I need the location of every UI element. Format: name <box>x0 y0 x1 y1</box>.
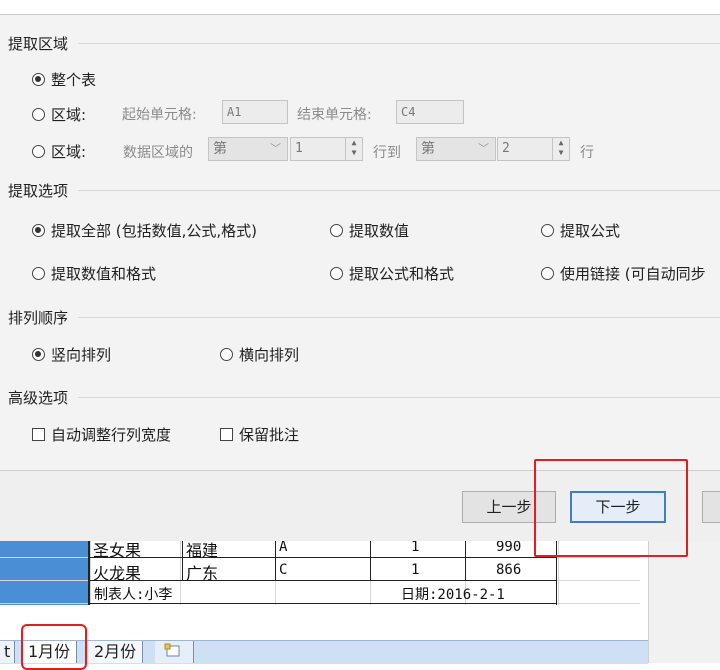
cell-origin-2[interactable]: 广东 <box>186 560 218 584</box>
radio-range-rows-label: 区域: <box>51 143 87 161</box>
chevron-down-icon: ﹀ <box>478 142 489 155</box>
checkbox-auto-fit[interactable]: 自动调整行列宽度 <box>32 424 171 445</box>
to-row-stepper[interactable]: 2 ▲ ▼ <box>497 137 570 161</box>
section-extract-options: 提取选项 <box>8 182 69 200</box>
checkbox-keep-comments-label: 保留批注 <box>239 426 300 444</box>
cell-fruit-2[interactable]: 火龙果 <box>93 560 141 584</box>
start-cell-label: 起始单元格: <box>122 107 197 123</box>
stepper-arrows-icon[interactable]: ▲ ▼ <box>345 138 362 160</box>
cell-price-1[interactable]: 990 <box>496 539 521 555</box>
tab-highlight-box <box>21 624 87 670</box>
radio-range-cells[interactable]: 区域: <box>32 104 86 125</box>
radio-extract-all[interactable]: 提取全部 (包括数值,公式,格式) <box>32 220 257 241</box>
start-cell-input[interactable]: A1 <box>222 100 288 124</box>
new-sheet-tab[interactable] <box>155 641 194 663</box>
checkbox-icon <box>220 428 233 441</box>
section-extract-area: 提取区域 <box>8 35 69 53</box>
radio-extract-formulas[interactable]: 提取公式 <box>541 220 620 241</box>
to-ordinal-select[interactable]: 第 ﹀ <box>416 137 496 161</box>
radio-selected-icon <box>32 348 45 361</box>
radio-values-formats[interactable]: 提取数值和格式 <box>32 263 156 284</box>
data-range-label: 数据区域的 <box>123 145 193 161</box>
radio-unselected-icon <box>330 224 343 237</box>
cell-qty-1[interactable]: 1 <box>411 539 419 555</box>
sheet-tab-partial[interactable]: t <box>0 641 16 663</box>
stepper-arrows-icon[interactable]: ▲ ▼ <box>552 138 569 160</box>
to-ordinal-value: 第 <box>421 141 435 157</box>
cell-maker[interactable]: 制表人:小李 <box>94 584 172 604</box>
sheet-tab-feb-label: 2月份 <box>94 642 137 661</box>
next-button-highlight-box <box>534 459 688 557</box>
radio-unselected-icon <box>541 224 554 237</box>
sheet-tab-bar: t 1月份 2月份 <box>0 640 648 664</box>
sheet-tab-feb[interactable]: 2月份 <box>88 641 144 663</box>
radio-use-link-label: 使用链接 (可自动同步 <box>560 265 706 283</box>
cell-grade-1[interactable]: A <box>279 539 287 555</box>
partial-button[interactable] <box>702 491 720 523</box>
new-sheet-icon <box>164 643 180 657</box>
end-cell-label: 结束单元格: <box>297 107 372 123</box>
cell-date[interactable]: 日期:2016-2-1 <box>401 584 505 604</box>
radio-vertical-label: 竖向排列 <box>51 346 112 364</box>
checkbox-auto-fit-label: 自动调整行列宽度 <box>51 426 172 444</box>
radio-selected-icon <box>32 224 45 237</box>
radio-range-rows[interactable]: 区域: <box>32 141 86 162</box>
radio-extract-all-label: 提取全部 (包括数值,公式,格式) <box>51 222 258 240</box>
checkbox-keep-comments[interactable]: 保留批注 <box>220 424 299 445</box>
from-ordinal-value: 第 <box>213 141 227 157</box>
cell-grade-2[interactable]: C <box>279 562 287 578</box>
radio-formulas-formats[interactable]: 提取公式和格式 <box>330 263 454 284</box>
radio-values-formats-label: 提取数值和格式 <box>51 265 157 283</box>
radio-use-link[interactable]: 使用链接 (可自动同步 <box>541 263 706 284</box>
cell-price-2[interactable]: 866 <box>496 562 521 578</box>
to-row-value: 2 <box>502 141 510 156</box>
radio-formulas-formats-label: 提取公式和格式 <box>349 265 455 283</box>
sheet-tab-partial-label: t <box>4 642 11 661</box>
chevron-down-icon: ﹀ <box>270 142 281 155</box>
end-cell-input[interactable]: C4 <box>396 100 464 124</box>
section-sort-order: 排列顺序 <box>8 309 69 327</box>
from-ordinal-select[interactable]: 第 ﹀ <box>208 137 288 161</box>
radio-unselected-icon <box>32 145 45 158</box>
radio-unselected-icon <box>220 348 233 361</box>
radio-unselected-icon <box>541 267 554 280</box>
radio-range-cells-label: 区域: <box>51 106 87 124</box>
row-suffix-label: 行 <box>580 145 594 161</box>
radio-unselected-icon <box>32 267 45 280</box>
radio-horizontal-label: 横向排列 <box>239 346 300 364</box>
radio-selected-icon <box>32 73 45 86</box>
radio-horizontal[interactable]: 横向排列 <box>220 344 299 365</box>
selected-range[interactable] <box>0 535 90 605</box>
radio-extract-values[interactable]: 提取数值 <box>330 220 409 241</box>
radio-unselected-icon <box>330 267 343 280</box>
row-to-label: 行到 <box>373 145 401 161</box>
radio-extract-values-label: 提取数值 <box>349 222 410 240</box>
checkbox-icon <box>32 428 45 441</box>
section-advanced: 高级选项 <box>8 389 69 407</box>
radio-vertical[interactable]: 竖向排列 <box>32 344 111 365</box>
cell-qty-2[interactable]: 1 <box>411 562 419 578</box>
radio-whole-table[interactable]: 整个表 <box>32 69 96 90</box>
radio-whole-table-label: 整个表 <box>51 71 97 89</box>
radio-extract-formulas-label: 提取公式 <box>560 222 621 240</box>
from-row-value: 1 <box>295 141 303 156</box>
radio-unselected-icon <box>32 108 45 121</box>
from-row-stepper[interactable]: 1 ▲ ▼ <box>290 137 363 161</box>
